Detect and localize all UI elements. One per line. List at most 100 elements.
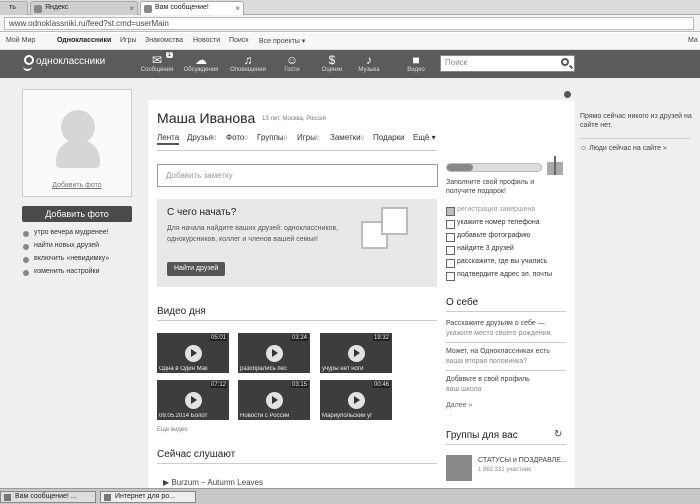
main-navigation: одноклассники ✉ 1 Сообщения ☁ Обсуждения ♫ О…: [0, 50, 700, 78]
video-thumb[interactable]: 05:01 Одна в Один Мак: [157, 333, 229, 373]
video-thumb[interactable]: 03:24 разобрались пес: [238, 333, 310, 373]
online-empty-text: Прямо сейчас никого из друзей на сайте н…: [580, 113, 692, 129]
refresh-icon[interactable]: ↻: [554, 429, 562, 440]
play-icon[interactable]: [185, 345, 202, 362]
tab-label: Ещё ▾: [413, 133, 436, 142]
play-icon[interactable]: [185, 392, 202, 409]
nav-ratings[interactable]: $ Оценки: [314, 53, 350, 73]
tab-friends[interactable]: Друзья0: [187, 133, 216, 142]
link-odnoklassniki[interactable]: Одноклассники: [57, 37, 111, 44]
status-text[interactable]: утро вечера мудренее!: [20, 229, 135, 242]
play-icon[interactable]: [266, 392, 283, 409]
projects-bar: Мой Мир Одноклассники Игры Знакомства Но…: [0, 33, 700, 50]
video-thumb[interactable]: 19:32 учуры нет ноги: [320, 333, 392, 373]
photo-frame-icon: [381, 207, 408, 235]
divider: [446, 444, 566, 445]
tab-photos[interactable]: Фото0: [226, 133, 248, 142]
invisible-mode-link[interactable]: включить «невидимку»: [20, 255, 135, 268]
find-friends-link[interactable]: найти новых друзей: [20, 242, 135, 255]
ok-favicon-icon: [144, 5, 152, 13]
profile-avatar[interactable]: Добавить фото: [22, 89, 132, 197]
add-photo-button[interactable]: Добавить фото: [22, 206, 132, 222]
link-news[interactable]: Новости: [193, 37, 220, 44]
link-games[interactable]: Игры: [120, 37, 137, 44]
close-tab-icon[interactable]: ×: [129, 4, 134, 13]
link-search[interactable]: Поиск: [229, 37, 248, 44]
video-thumb[interactable]: 07:12 09.05.2014 Болот: [157, 380, 229, 420]
step-email[interactable]: подтвердите адрес эл. почты: [446, 271, 576, 283]
about-item-title[interactable]: Добавьте в свой профиль: [446, 376, 530, 383]
taskbar-item-browser[interactable]: Вам сообщение! ...: [0, 491, 96, 503]
link-profile-short[interactable]: Ма: [688, 37, 698, 44]
add-note-input[interactable]: Добавить заметку: [157, 164, 438, 187]
video-thumb[interactable]: 00:46 Мариупольский уг: [320, 380, 392, 420]
nav-music[interactable]: ♪ Музыка: [351, 53, 387, 73]
search-input[interactable]: Поиск: [440, 55, 575, 72]
about-item-title[interactable]: Может, на Одноклассниках есть: [446, 348, 550, 355]
link-my-world[interactable]: Мой Мир: [6, 37, 35, 44]
more-videos-link[interactable]: Еще видео: [157, 427, 188, 433]
tab-gifts[interactable]: Подарки: [373, 133, 405, 142]
url-input[interactable]: www.odnoklassniki.ru/feed?st.cmd=userMai…: [4, 17, 694, 30]
step-phone[interactable]: укажите номер телефона: [446, 219, 576, 231]
video-thumb[interactable]: 03:15 Новости с Россий: [238, 380, 310, 420]
person-icon: ☺: [580, 145, 590, 152]
nav-discussions[interactable]: ☁ Обсуждения: [183, 53, 219, 73]
play-icon[interactable]: [348, 392, 365, 409]
ok-logo-icon[interactable]: [22, 55, 34, 72]
settings-link[interactable]: изменить настройки: [20, 268, 135, 281]
about-item-title[interactable]: Расскажите друзьям о себе —: [446, 320, 545, 327]
tab-count: 0: [212, 136, 217, 142]
search-icon[interactable]: [561, 58, 569, 66]
profile-menu: утро вечера мудренее! найти новых друзей…: [20, 229, 135, 281]
divider: [446, 342, 566, 343]
os-taskbar: Вам сообщение! ... Интернет для ро...: [0, 488, 700, 504]
track-title: Burzum – Autumn Leaves: [171, 478, 263, 487]
add-photo-link[interactable]: Добавить фото: [23, 182, 131, 189]
nav-video[interactable]: ■ Видео: [398, 53, 434, 73]
link-dating[interactable]: Знакомства: [145, 37, 183, 44]
play-icon[interactable]: [348, 345, 365, 362]
footprints-icon: ☺: [285, 53, 299, 67]
nav-label: Оповещения: [230, 67, 266, 73]
video-caption: Новости с Россий: [240, 413, 290, 419]
about-item-sub[interactable]: ваш школа: [446, 386, 482, 393]
tab-games[interactable]: Игры0: [297, 133, 319, 142]
tab-label: Игры: [297, 133, 316, 142]
tab-groups[interactable]: Группы0: [257, 133, 287, 142]
step-photo[interactable]: добавьте фотографию: [446, 232, 576, 244]
nav-guests[interactable]: ☺ Гости: [274, 53, 310, 73]
step-friends[interactable]: найдите 3 друзей: [446, 245, 576, 257]
browser-tab-strip: ть Яндекс × Вам сообщение! ×: [0, 0, 700, 15]
browser-tab-active[interactable]: Вам сообщение! ×: [140, 1, 244, 15]
tab-feed[interactable]: Лента: [157, 133, 180, 145]
about-item-sub[interactable]: укажите место своего рождения.: [446, 330, 552, 337]
avatar-body-shape: [56, 140, 100, 168]
tab-label: Друзья: [187, 133, 213, 142]
browser-tab-yandex[interactable]: Яндекс ×: [30, 1, 138, 15]
browser-tab-1[interactable]: ть: [0, 1, 28, 15]
people-online-link[interactable]: ☺ Люди сейчас на сайте »: [580, 145, 695, 152]
video-caption: 09.05.2014 Болот: [159, 413, 208, 419]
step-registration: регистрация завершена: [446, 206, 576, 218]
find-friends-button[interactable]: Найти друзей: [167, 262, 226, 276]
close-tab-icon[interactable]: ×: [235, 4, 240, 13]
tab-notes[interactable]: Заметки0: [330, 133, 364, 142]
about-more-link[interactable]: Далее »: [446, 402, 472, 409]
tab-count: 0: [315, 136, 320, 142]
step-education[interactable]: расскажите, где вы учились: [446, 258, 576, 270]
about-item-sub[interactable]: ваша вторая половинка?: [446, 358, 527, 365]
link-all-projects[interactable]: Все проекты ▾: [259, 37, 305, 45]
site-logo[interactable]: одноклассники: [36, 56, 105, 67]
listening-track[interactable]: ▶ Burzum – Autumn Leaves: [163, 478, 263, 487]
group-thumbnail[interactable]: [446, 455, 472, 481]
group-members: 1 862 331 участник: [478, 467, 531, 473]
groups-title: Группы для вас: [446, 430, 518, 441]
taskbar-item-document[interactable]: Интернет для ро...: [100, 491, 196, 503]
tab-more[interactable]: Ещё ▾: [413, 133, 436, 142]
nav-messages[interactable]: ✉ 1 Сообщения: [139, 52, 175, 73]
nav-notifications[interactable]: ♫ Оповещения: [230, 53, 266, 73]
tab-count: 0: [244, 136, 248, 142]
group-name[interactable]: СТАТУСЫ и ПОЗДРАВЛЕ...: [478, 457, 567, 464]
play-icon[interactable]: [266, 345, 283, 362]
